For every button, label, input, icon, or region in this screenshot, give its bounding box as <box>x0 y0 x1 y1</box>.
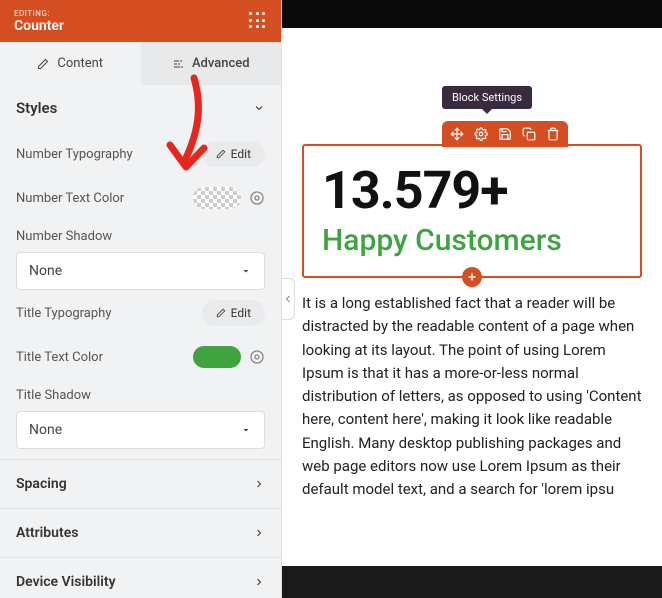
panel: Styles Number Typography Edit Number Tex… <box>0 85 281 598</box>
pencil-icon <box>216 149 226 159</box>
title-shadow-value: None <box>29 422 62 438</box>
pencil-icon <box>216 308 226 318</box>
number-shadow-value: None <box>29 263 62 279</box>
preview-pane: Block Settings 13.579+ Happy Customers I… <box>282 0 662 598</box>
block-settings-tooltip: Block Settings <box>442 86 532 109</box>
copy-icon[interactable] <box>522 127 536 141</box>
section-attributes[interactable]: Attributes <box>0 508 281 557</box>
move-icon[interactable] <box>450 127 464 141</box>
settings-sidebar: EDITING: Counter Content Advanced Styles… <box>0 0 282 598</box>
title-text-color-swatch[interactable] <box>193 346 241 368</box>
label-title-typography: Title Typography <box>16 306 112 321</box>
counter-subtitle: Happy Customers <box>322 223 622 258</box>
tab-advanced-label: Advanced <box>192 56 250 71</box>
chevron-down-icon <box>253 102 265 114</box>
number-shadow-select[interactable]: None <box>16 252 265 290</box>
label-number-text-color: Number Text Color <box>16 191 124 206</box>
preview-bottom-bar <box>282 566 662 598</box>
row-title-typography: Title Typography Edit <box>16 290 265 336</box>
drag-handle-icon[interactable] <box>249 12 267 30</box>
row-number-text-color: Number Text Color <box>16 177 265 219</box>
device-visibility-label: Device Visibility <box>16 574 116 590</box>
body-text[interactable]: It is a long established fact that a rea… <box>302 292 642 501</box>
caret-down-icon <box>240 424 252 436</box>
save-icon[interactable] <box>498 127 512 141</box>
gear-icon[interactable] <box>474 127 488 141</box>
tabs: Content Advanced <box>0 42 281 85</box>
edit-title-typography-button[interactable]: Edit <box>202 300 265 326</box>
row-title-text-color: Title Text Color <box>16 336 265 378</box>
edit-number-typography-button[interactable]: Edit <box>202 141 265 167</box>
tab-content[interactable]: Content <box>0 42 141 85</box>
label-title-text-color: Title Text Color <box>16 350 103 365</box>
pencil-icon <box>37 58 49 70</box>
section-styles-head[interactable]: Styles <box>0 85 281 131</box>
number-text-color-swatch[interactable] <box>193 187 241 209</box>
section-spacing[interactable]: Spacing <box>0 459 281 508</box>
counter-block[interactable]: 13.579+ Happy Customers <box>302 144 642 278</box>
add-block-button[interactable] <box>462 267 482 287</box>
attributes-label: Attributes <box>16 525 78 541</box>
edit-label: Edit <box>231 306 251 320</box>
caret-down-icon <box>240 265 252 277</box>
edit-label: Edit <box>231 147 251 161</box>
block-toolbar <box>442 121 568 147</box>
section-device-visibility[interactable]: Device Visibility <box>0 557 281 598</box>
trash-icon[interactable] <box>546 127 560 141</box>
canvas: Block Settings 13.579+ Happy Customers I… <box>282 28 662 598</box>
block-title: Counter <box>14 18 64 34</box>
label-number-shadow: Number Shadow <box>16 219 265 250</box>
eyedropper-icon[interactable] <box>249 349 265 365</box>
plus-icon <box>466 271 478 283</box>
eyedropper-icon[interactable] <box>249 190 265 206</box>
counter-number: 13.579+ <box>322 160 622 221</box>
title-shadow-select[interactable]: None <box>16 411 265 449</box>
chevron-right-icon <box>253 527 265 539</box>
chevron-right-icon <box>253 576 265 588</box>
label-number-typography: Number Typography <box>16 147 133 162</box>
tab-advanced[interactable]: Advanced <box>141 42 282 85</box>
row-number-typography: Number Typography Edit <box>16 131 265 177</box>
editing-label: EDITING: <box>14 9 64 18</box>
label-title-shadow: Title Shadow <box>16 378 265 409</box>
tab-content-label: Content <box>57 56 103 71</box>
spacing-label: Spacing <box>16 476 67 492</box>
chevron-right-icon <box>253 478 265 490</box>
preview-top-bar <box>282 0 662 28</box>
sliders-icon <box>172 58 184 70</box>
styles-body: Number Typography Edit Number Text Color… <box>0 131 281 459</box>
sidebar-header: EDITING: Counter <box>0 0 281 42</box>
styles-heading: Styles <box>16 99 57 117</box>
